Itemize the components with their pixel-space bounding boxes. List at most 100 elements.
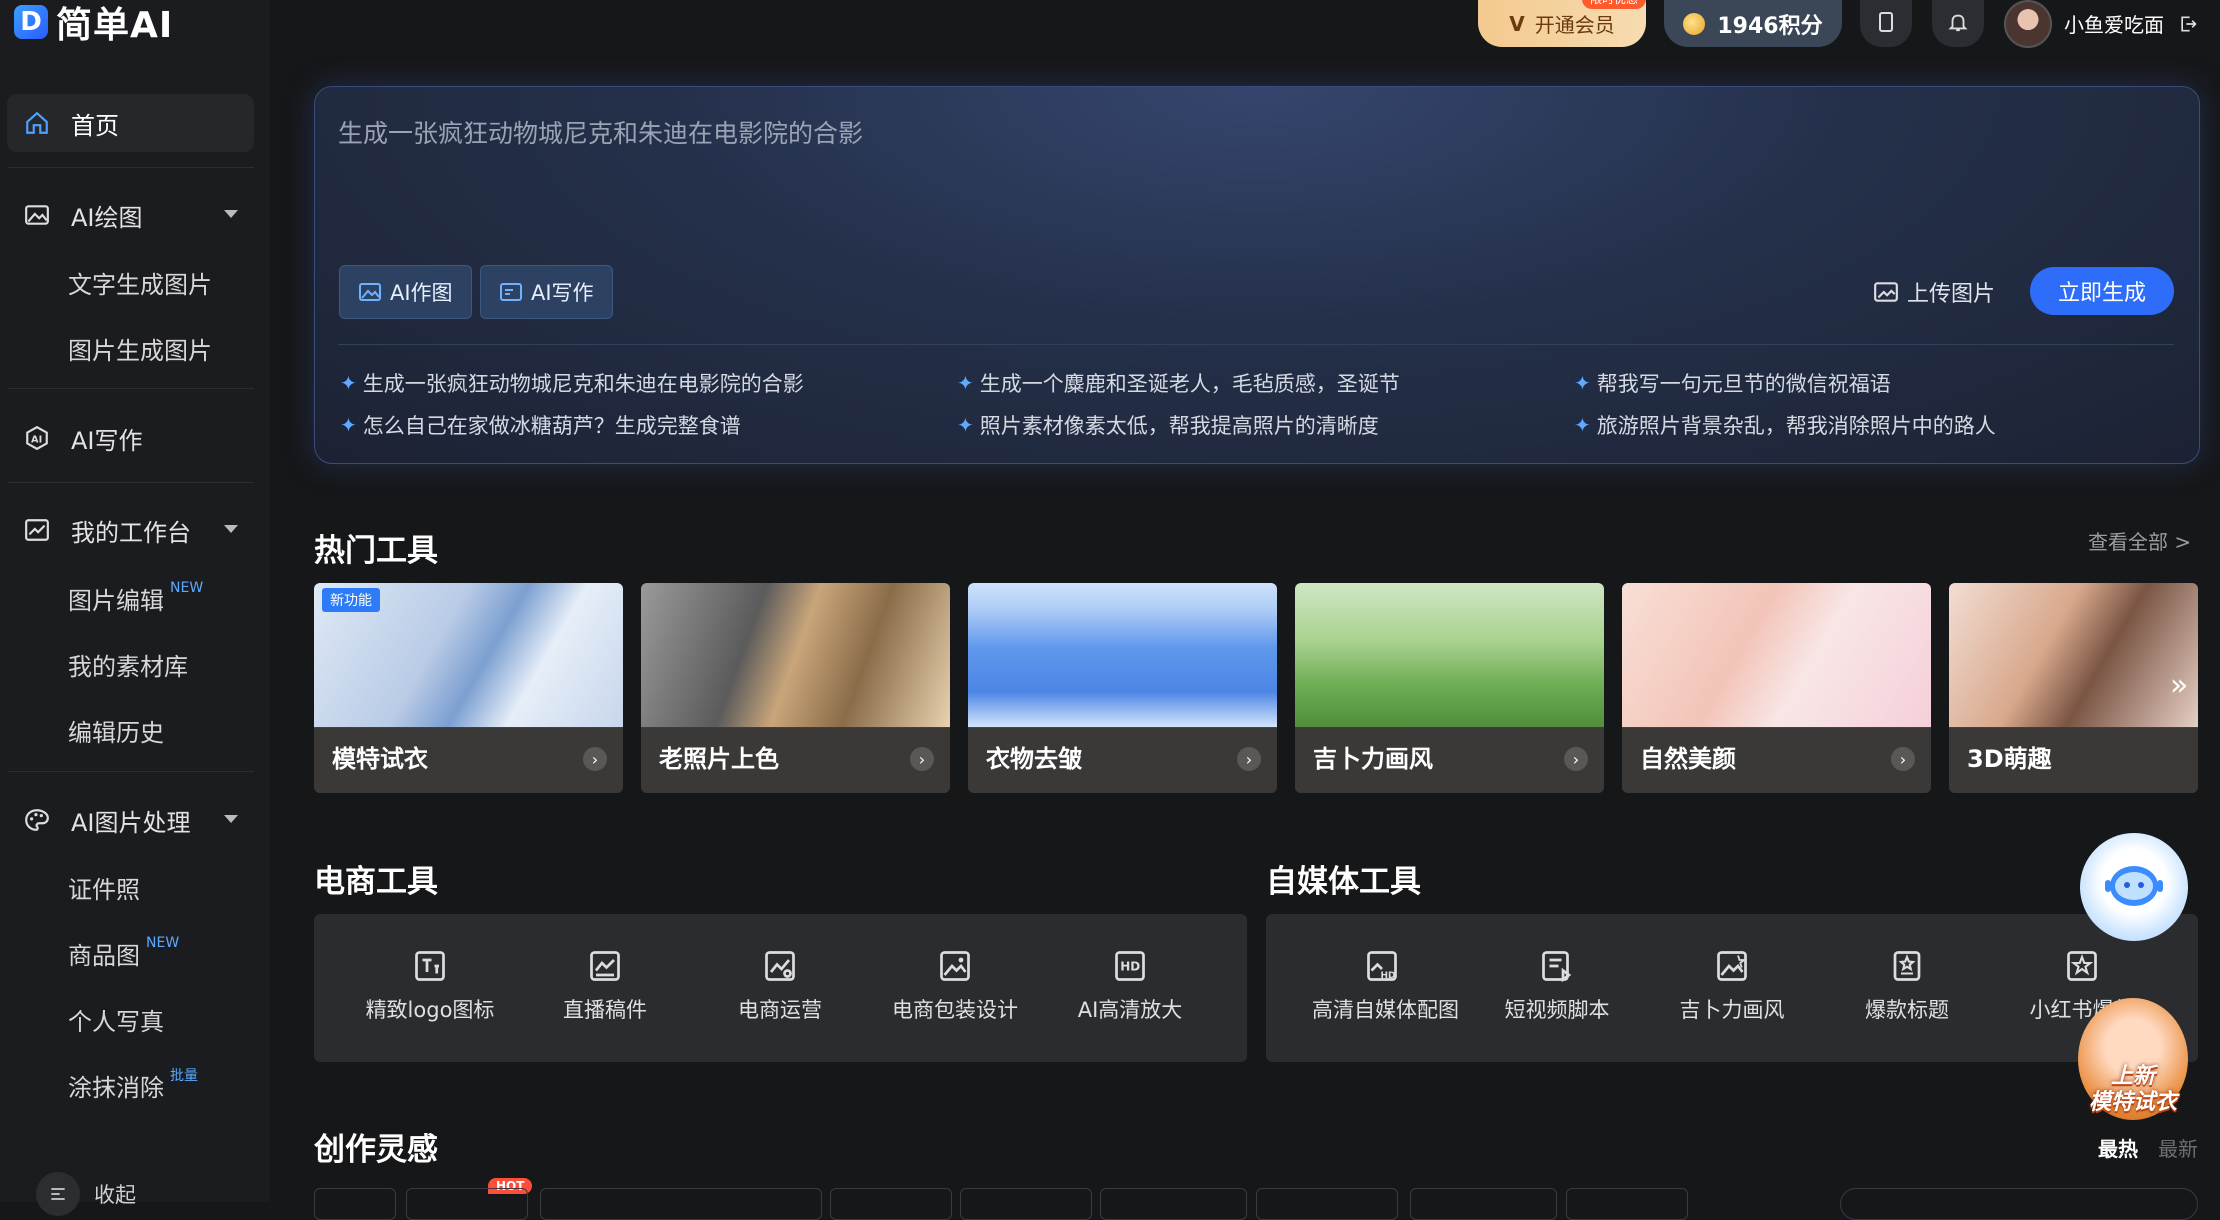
generate-button[interactable]: 立即生成 bbox=[2030, 267, 2174, 315]
image-style-icon bbox=[1712, 946, 1752, 986]
suggestion-text: 生成一张疯狂动物城尼克和朱迪在电影院的合影 bbox=[362, 372, 804, 396]
category-tab[interactable] bbox=[314, 1188, 396, 1220]
sparkle-icon: ✦ bbox=[340, 371, 357, 395]
tool-label: 3D萌趣 bbox=[1967, 745, 2052, 773]
sidebar-item-ai-writing[interactable]: AI AI写作 bbox=[7, 409, 254, 467]
category-tab[interactable] bbox=[960, 1188, 1092, 1220]
device-button[interactable] bbox=[1860, 0, 1912, 47]
notification-button[interactable] bbox=[1932, 0, 1984, 47]
ai-assistant-button[interactable] bbox=[2080, 833, 2188, 941]
tool-label: 电商包装设计 bbox=[892, 998, 1018, 1022]
robot-icon bbox=[2103, 858, 2165, 916]
chevron-right-icon: › bbox=[1237, 747, 1261, 771]
sidebar-item-text-to-image[interactable]: 文字生成图片 bbox=[68, 262, 212, 302]
suggestion-item[interactable]: ✦ 怎么自己在家做冰糖葫芦？生成完整食谱 bbox=[340, 410, 741, 440]
tool-logo[interactable]: 精致logo图标 bbox=[360, 946, 500, 1024]
category-tab[interactable] bbox=[540, 1188, 822, 1220]
sidebar-item-erase[interactable]: 涂抹消除 批量 bbox=[68, 1065, 198, 1105]
sort-new-tab[interactable]: 最新 bbox=[2158, 1133, 2198, 1162]
svg-text:AI: AI bbox=[31, 434, 42, 445]
category-tab[interactable] bbox=[1566, 1188, 1688, 1220]
category-tab[interactable] bbox=[1256, 1188, 1398, 1220]
sidebar-item-image-to-image[interactable]: 图片生成图片 bbox=[68, 328, 212, 368]
ai-draw-chip[interactable]: AI作图 bbox=[339, 265, 472, 319]
points-button[interactable]: 1946积分 bbox=[1664, 0, 1842, 47]
tool-label: 电商运营 bbox=[738, 998, 822, 1022]
svg-text:HD: HD bbox=[1381, 971, 1396, 981]
sidebar-item-materials[interactable]: 我的素材库 bbox=[68, 644, 188, 684]
tool-label: 自然美颜 bbox=[1640, 745, 1736, 773]
operations-icon bbox=[760, 946, 800, 986]
sidebar-item-product-image[interactable]: 商品图 NEW bbox=[68, 933, 179, 973]
search-input[interactable] bbox=[1840, 1188, 2198, 1220]
svg-text:HD: HD bbox=[1120, 960, 1140, 974]
collapse-button[interactable]: 收起 bbox=[36, 1172, 136, 1216]
sidebar-item-ai-image-process[interactable]: AI图片处理 bbox=[7, 791, 254, 849]
tool-label: 直播稿件 bbox=[563, 998, 647, 1022]
upload-image-button[interactable]: 上传图片 bbox=[1873, 276, 1995, 308]
vip-icon: V bbox=[1509, 11, 1525, 36]
vip-button[interactable]: 限时优惠 V 开通会员 bbox=[1478, 0, 1646, 47]
divider bbox=[8, 482, 254, 483]
category-tab[interactable] bbox=[1100, 1188, 1247, 1220]
package-design-icon bbox=[935, 946, 975, 986]
tool-media-image[interactable]: HD 高清自媒体配图 bbox=[1312, 946, 1459, 1024]
suggestion-text: 生成一个麋鹿和圣诞老人，毛毡质感，圣诞节 bbox=[979, 372, 1400, 396]
suggestion-item[interactable]: ✦ 生成一张疯狂动物城尼克和朱迪在电影院的合影 bbox=[340, 368, 804, 398]
ai-writing-icon: AI bbox=[23, 424, 51, 452]
tool-card-ghibli[interactable]: 吉卜力画风 › bbox=[1295, 583, 1604, 793]
new-badge: NEW bbox=[146, 935, 180, 951]
logout-icon[interactable] bbox=[2178, 14, 2198, 34]
tool-operations[interactable]: 电商运营 bbox=[710, 946, 850, 1024]
tool-card-3d[interactable]: 3D萌趣 bbox=[1949, 583, 2198, 793]
sort-hot-tab[interactable]: 最热 bbox=[2098, 1133, 2138, 1162]
tool-label: 老照片上色 bbox=[659, 745, 779, 773]
sidebar-item-ai-draw[interactable]: AI绘图 bbox=[7, 186, 254, 244]
see-all-link[interactable]: 查看全部 > bbox=[2088, 526, 2191, 555]
chip-label: AI写作 bbox=[531, 281, 594, 305]
sidebar-item-edit-history[interactable]: 编辑历史 bbox=[68, 710, 164, 750]
divider bbox=[8, 388, 254, 389]
sidebar-item-workbench[interactable]: 我的工作台 bbox=[7, 501, 254, 559]
prompt-input[interactable]: 生成一张疯狂动物城尼克和朱迪在电影院的合影 bbox=[338, 114, 863, 150]
scroll-right-icon[interactable]: » bbox=[2170, 668, 2188, 703]
image-icon bbox=[23, 201, 51, 229]
suggestion-item[interactable]: ✦ 生成一个麋鹿和圣诞老人，毛毡质感，圣诞节 bbox=[957, 368, 1400, 398]
tool-label: 精致logo图标 bbox=[365, 998, 495, 1022]
brand-logo[interactable]: D 简单AI bbox=[14, 0, 173, 46]
sidebar-item-image-edit[interactable]: 图片编辑 NEW bbox=[68, 578, 203, 618]
category-tab[interactable] bbox=[1410, 1188, 1557, 1220]
category-tab[interactable] bbox=[830, 1188, 952, 1220]
tool-media-ghibli[interactable]: 吉卜力画风 bbox=[1662, 946, 1802, 1024]
tool-packaging[interactable]: 电商包装设计 bbox=[885, 946, 1025, 1024]
ai-write-chip[interactable]: AI写作 bbox=[480, 265, 613, 319]
category-tab[interactable] bbox=[406, 1188, 528, 1220]
tool-label: 吉卜力画风 bbox=[1313, 745, 1433, 773]
tool-label: 衣物去皱 bbox=[986, 745, 1082, 773]
sidebar-item-home[interactable]: 首页 bbox=[7, 94, 254, 152]
tool-card-dewrinkle[interactable]: 衣物去皱 › bbox=[968, 583, 1277, 793]
tool-live-script[interactable]: 直播稿件 bbox=[535, 946, 675, 1024]
promo-text[interactable]: 上新 模特试衣 bbox=[2080, 1064, 2186, 1116]
sidebar-item-portrait[interactable]: 个人写真 bbox=[68, 999, 164, 1039]
batch-badge: 批量 bbox=[170, 1068, 198, 1084]
collapse-icon bbox=[36, 1172, 80, 1216]
tool-card-try-on[interactable]: 新功能 模特试衣 › bbox=[314, 583, 623, 793]
tool-upscale[interactable]: HD AI高清放大 bbox=[1060, 946, 1200, 1024]
tool-video-script[interactable]: 短视频脚本 bbox=[1487, 946, 1627, 1024]
tool-label: 爆款标题 bbox=[1865, 998, 1949, 1022]
sparkle-icon: ✦ bbox=[957, 413, 974, 437]
sparkle-icon: ✦ bbox=[1574, 413, 1591, 437]
suggestion-item[interactable]: ✦ 帮我写一句元旦节的微信祝福语 bbox=[1574, 368, 1891, 398]
suggestion-item[interactable]: ✦ 旅游照片背景杂乱，帮我消除照片中的路人 bbox=[1574, 410, 1996, 440]
upload-label: 上传图片 bbox=[1907, 282, 1996, 307]
tool-label: 模特试衣 bbox=[332, 745, 428, 773]
sidebar-item-id-photo[interactable]: 证件照 bbox=[68, 867, 140, 907]
tool-image bbox=[1949, 583, 2198, 728]
tool-card-beauty[interactable]: 自然美颜 › bbox=[1622, 583, 1931, 793]
tool-image bbox=[1295, 583, 1604, 728]
user-menu[interactable]: 小鱼爱吃面 bbox=[2004, 0, 2198, 48]
suggestion-item[interactable]: ✦ 照片素材像素太低，帮我提高照片的清晰度 bbox=[957, 410, 1379, 440]
tool-card-colorize[interactable]: 老照片上色 › bbox=[641, 583, 950, 793]
tool-headline[interactable]: 爆款标题 bbox=[1837, 946, 1977, 1024]
